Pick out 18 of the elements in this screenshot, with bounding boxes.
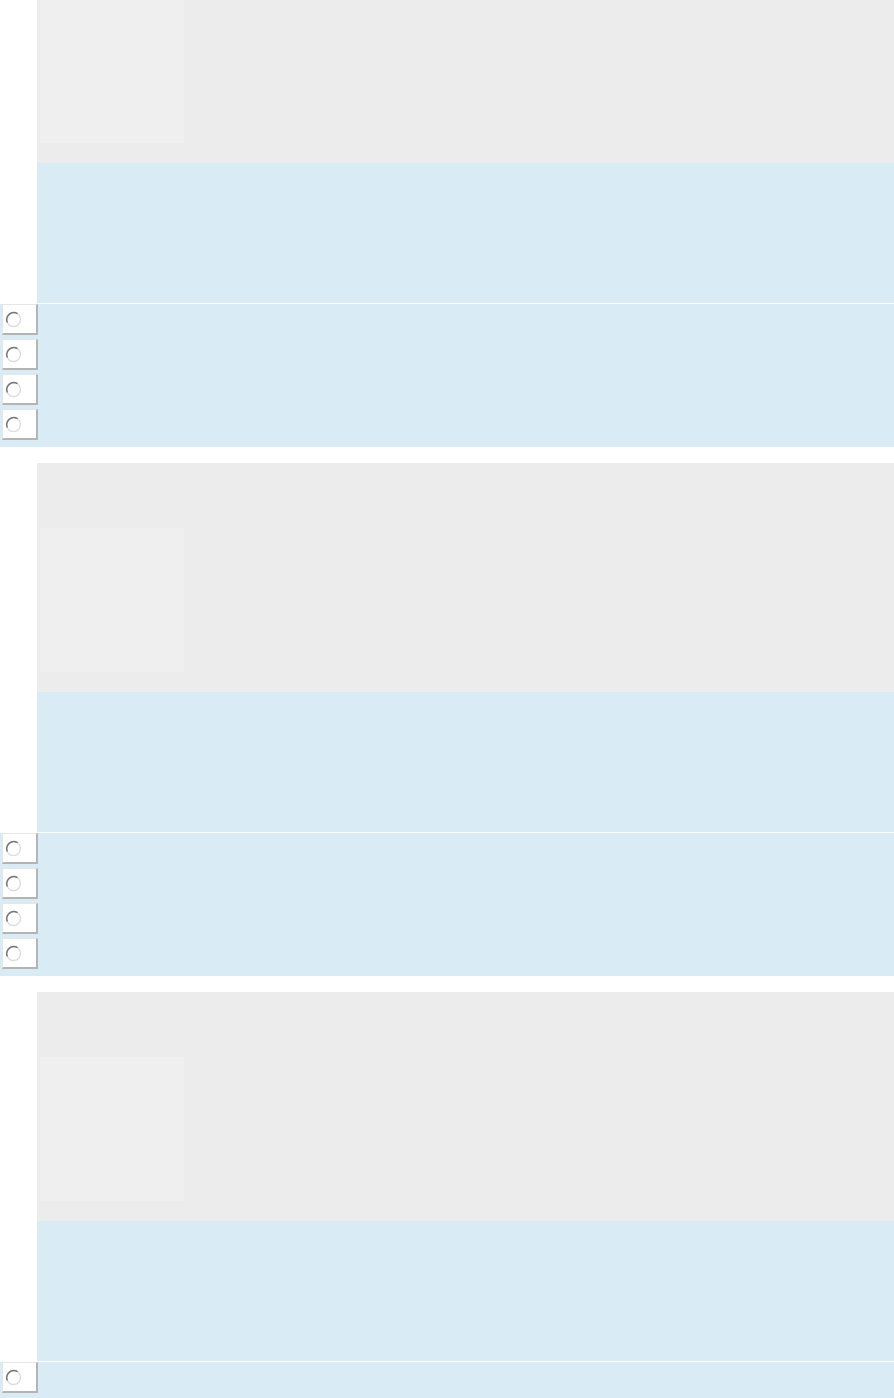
- radio-button[interactable]: [2, 339, 38, 370]
- radio-button[interactable]: [2, 304, 38, 335]
- radio-button[interactable]: [2, 409, 38, 440]
- radio-circle-icon: [5, 839, 22, 857]
- radio-circle-icon: [5, 944, 22, 962]
- radio-circle-icon: [5, 380, 22, 398]
- radio-circle-icon: [5, 909, 22, 927]
- radio-button[interactable]: [2, 903, 38, 934]
- radio-circle-icon: [5, 1368, 22, 1386]
- radio-circle-icon: [5, 415, 22, 433]
- radio-button[interactable]: [2, 374, 38, 405]
- radio-button[interactable]: [2, 833, 38, 864]
- radio-button[interactable]: [2, 868, 38, 899]
- radio-button[interactable]: [2, 1362, 38, 1393]
- radio-circle-icon: [5, 310, 22, 328]
- radio-circle-icon: [5, 345, 22, 363]
- radio-button[interactable]: [2, 938, 38, 969]
- radio-circle-icon: [5, 874, 22, 892]
